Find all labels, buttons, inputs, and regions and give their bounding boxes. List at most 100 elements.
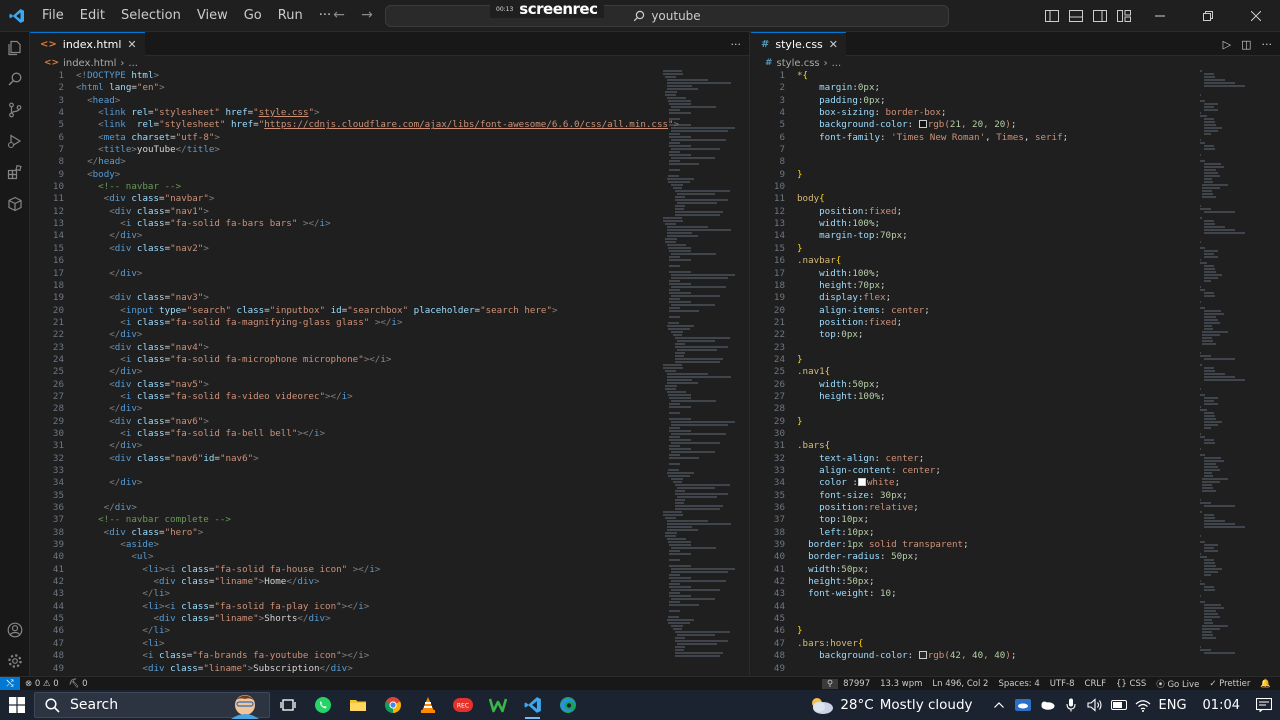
go-live-button[interactable]: ⦿ Go Live: [1151, 678, 1204, 690]
breadcrumb-file[interactable]: index.html: [63, 58, 116, 69]
breadcrumb-more[interactable]: ...: [832, 58, 842, 69]
taskbar-search[interactable]: Search: [34, 692, 270, 719]
problems-indicator[interactable]: ⊗ 0 ⚠ 0: [20, 679, 64, 689]
input-language[interactable]: ENG: [1159, 698, 1187, 713]
file-explorer-icon[interactable]: [340, 690, 375, 720]
close-window-button[interactable]: [1232, 0, 1280, 32]
code-line[interactable]: 13 <i class="fa-solid fa-bars bars" ></i…: [30, 218, 749, 230]
search-icon[interactable]: [5, 69, 25, 89]
toggle-secondary-sidebar-icon[interactable]: [1088, 0, 1112, 32]
code-line[interactable]: 26 <div class="nav5">: [30, 379, 749, 391]
customize-layout-icon[interactable]: [1112, 0, 1136, 32]
code-line[interactable]: 16: [30, 255, 749, 267]
code-line[interactable]: 7 <title>youTube</title>: [30, 144, 749, 156]
vertical-scrollbar[interactable]: [1270, 70, 1280, 676]
code-line[interactable]: 48 <i class="fa-brands fa-youtube icon">…: [30, 650, 749, 662]
code-line[interactable]: 11 <div class="navbar">: [30, 193, 749, 205]
code-line[interactable]: 21 <i class="fa-solid fa-magnifying-glas…: [30, 317, 749, 329]
code-line[interactable]: 46 </li>: [30, 625, 749, 637]
code-line[interactable]: 27 <i class="fa-solid fa-video videorec"…: [30, 391, 749, 403]
volume-icon[interactable]: [1086, 697, 1103, 713]
code-line[interactable]: 4 <link rel="stylesheet" href="style.css…: [30, 107, 749, 119]
code-line[interactable]: 37 <!-- navbar complete -->: [30, 514, 749, 526]
more-actions-icon[interactable]: ···: [731, 38, 742, 51]
vscode-taskbar-icon[interactable]: [515, 690, 550, 720]
close-tab-icon[interactable]: ✕: [829, 38, 838, 51]
minimap[interactable]: [1200, 70, 1264, 670]
code-line[interactable]: 23 <div class="nav4">: [30, 342, 749, 354]
show-hidden-icons-chevron-icon[interactable]: [991, 697, 1007, 713]
code-line[interactable]: 20 <input type="search" class="inputbox"…: [30, 305, 749, 317]
command-center-search[interactable]: youtube: [385, 5, 949, 27]
code-line[interactable]: 40 <ul>: [30, 551, 749, 563]
code-line[interactable]: 49 <div class="liname">Subscription</div…: [30, 663, 749, 675]
close-tab-icon[interactable]: ✕: [127, 38, 136, 51]
code-line[interactable]: 25 </div>: [30, 366, 749, 378]
menu-selection[interactable]: Selection: [113, 8, 189, 23]
back-arrow-icon[interactable]: ←: [330, 6, 348, 24]
tab-index-html[interactable]: <> index.html ✕: [30, 32, 145, 56]
menu-file[interactable]: File: [34, 8, 72, 23]
minimap[interactable]: [663, 70, 735, 670]
edge-icon[interactable]: [550, 690, 585, 720]
onedrive-icon[interactable]: [1014, 697, 1031, 713]
ports-indicator[interactable]: ⛏ 0: [64, 679, 93, 689]
menu-view[interactable]: View: [189, 8, 236, 23]
code-line[interactable]: 32 <div class="nav6"id="nav6">: [30, 453, 749, 465]
chrome-icon[interactable]: [375, 690, 410, 720]
code-editor-html[interactable]: 1 <!DOCTYPE html> 2 <html lang="en"> 3 <head…: [30, 70, 749, 676]
code-line[interactable]: 44 <li><i class="fa-solid fa-play icon">…: [30, 601, 749, 613]
settings-gear-icon[interactable]: [5, 651, 25, 671]
code-line[interactable]: 6 <meta charset="utf-8">: [30, 132, 749, 144]
code-line[interactable]: 9 <body>: [30, 169, 749, 181]
code-line[interactable]: 15 <div class="nav2">: [30, 243, 749, 255]
code-line[interactable]: 31 </div>: [30, 440, 749, 452]
cursor-position[interactable]: Ln 496, Col 2: [927, 679, 993, 689]
menu-go[interactable]: Go: [236, 8, 270, 23]
task-view-icon[interactable]: [270, 690, 305, 720]
tab-style-css[interactable]: # style.css ✕: [751, 32, 846, 56]
code-line[interactable]: 29 <div class="nav6">: [30, 416, 749, 428]
code-line[interactable]: 17 </div>: [30, 268, 749, 280]
encoding[interactable]: UTF-8: [1045, 679, 1080, 689]
more-actions-icon[interactable]: ···: [1262, 38, 1273, 51]
code-line[interactable]: 39 <aside>: [30, 539, 749, 551]
end-of-line[interactable]: CRLF: [1080, 679, 1111, 689]
microphone-icon[interactable]: [1063, 697, 1079, 713]
cloud-sync-icon[interactable]: [1039, 697, 1055, 713]
vlc-icon[interactable]: [410, 690, 445, 720]
code-line[interactable]: 5 <link rel="stylesheet" href="https://c…: [30, 119, 749, 131]
code-line[interactable]: 1 <!DOCTYPE html>: [30, 70, 749, 82]
run-debug-icon[interactable]: [5, 131, 25, 151]
code-line[interactable]: 18: [30, 280, 749, 292]
code-line[interactable]: 42 <div class="liname">Home</div>: [30, 576, 749, 588]
language-mode[interactable]: {} CSS: [1111, 679, 1151, 689]
forward-arrow-icon[interactable]: →: [358, 6, 376, 24]
start-button[interactable]: [0, 690, 34, 720]
whatsapp-icon[interactable]: [305, 690, 340, 720]
weather-widget[interactable]: 28°C Mostly cloudy: [808, 695, 973, 715]
minimize-button[interactable]: [1136, 0, 1184, 32]
code-line[interactable]: 47 <li>: [30, 638, 749, 650]
screenrec-app-icon[interactable]: REC: [445, 690, 480, 720]
code-line[interactable]: 36 </div>: [30, 502, 749, 514]
code-line[interactable]: 10 <!-- navbar -->: [30, 181, 749, 193]
prettier-status[interactable]: ✓ Prettier: [1204, 679, 1255, 689]
code-line[interactable]: 22 </div>: [30, 329, 749, 341]
clock-time[interactable]: 01:04: [1203, 698, 1240, 713]
zoom-icon[interactable]: ⚲: [821, 679, 839, 689]
extensions-icon[interactable]: [5, 162, 25, 182]
remote-indicator-icon[interactable]: ⤭: [0, 676, 20, 691]
code-line[interactable]: 45 <div class="liname">Shorts</div>: [30, 613, 749, 625]
breadcrumb-more[interactable]: ...: [128, 58, 138, 69]
code-line[interactable]: 19 <div class="nav3">: [30, 292, 749, 304]
explorer-icon[interactable]: [5, 38, 25, 58]
code-line[interactable]: 38 <div class="hero">: [30, 527, 749, 539]
run-icon[interactable]: ▷: [1223, 38, 1231, 51]
code-line[interactable]: 35: [30, 490, 749, 502]
notifications-bell-icon[interactable]: 🔔: [1255, 679, 1276, 689]
code-line[interactable]: 14 </div>: [30, 230, 749, 242]
accounts-icon[interactable]: [5, 620, 25, 640]
restore-button[interactable]: [1184, 0, 1232, 32]
code-line[interactable]: 33: [30, 465, 749, 477]
